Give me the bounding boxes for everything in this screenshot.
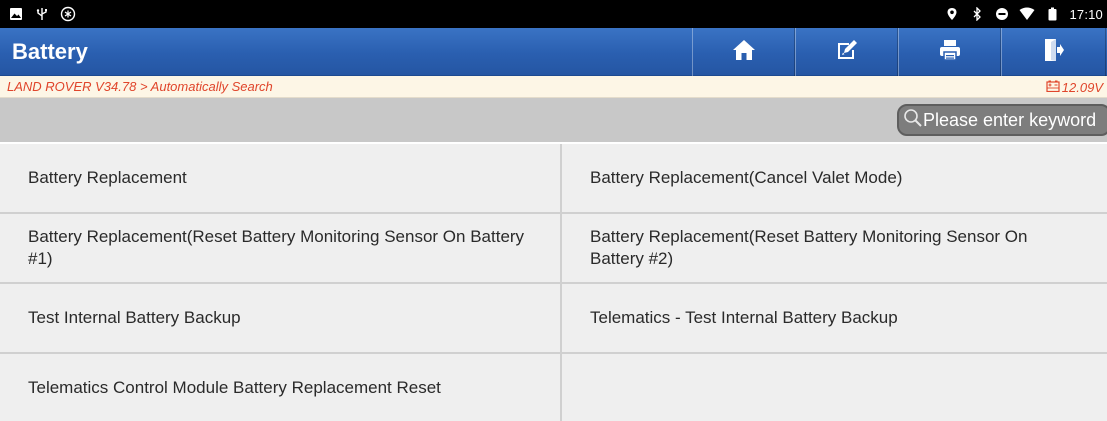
bluetooth-icon (969, 6, 985, 22)
settings-badge-icon (60, 6, 76, 22)
breadcrumb-bar: LAND ROVER V34.78 > Automatically Search… (0, 76, 1107, 98)
function-item[interactable]: Battery Replacement(Reset Battery Monito… (0, 214, 560, 282)
function-item[interactable]: Battery Replacement(Reset Battery Monito… (562, 214, 1107, 282)
edit-icon (835, 38, 859, 67)
printer-icon (938, 38, 962, 67)
function-item[interactable]: Battery Replacement(Cancel Valet Mode) (562, 144, 1107, 212)
do-not-disturb-icon (994, 6, 1010, 22)
battery-voltage: 12.09V (1046, 76, 1103, 98)
home-icon (732, 39, 756, 66)
gallery-icon (8, 6, 24, 22)
toolbar (692, 28, 1106, 76)
function-item[interactable]: Telematics Control Module Battery Replac… (0, 354, 560, 421)
function-item[interactable]: Battery Replacement (0, 144, 560, 212)
search-bar (0, 98, 1107, 142)
edit-button[interactable] (795, 28, 898, 76)
car-battery-icon (1046, 80, 1060, 95)
home-button[interactable] (692, 28, 795, 76)
search-icon (903, 108, 923, 133)
search-box[interactable] (897, 104, 1107, 136)
empty-cell (562, 354, 1107, 421)
search-input[interactable] (923, 106, 1107, 134)
clock: 17:10 (1069, 6, 1103, 22)
breadcrumb: LAND ROVER V34.78 > Automatically Search (7, 79, 273, 94)
status-bar: 17:10 (0, 0, 1107, 28)
function-item[interactable]: Test Internal Battery Backup (0, 284, 560, 352)
battery-icon (1044, 6, 1060, 22)
print-button[interactable] (898, 28, 1001, 76)
title-bar: Battery (0, 28, 1107, 76)
voltage-value: 12.09V (1061, 79, 1103, 95)
exit-icon (1043, 38, 1065, 67)
exit-button[interactable] (1001, 28, 1106, 76)
function-item[interactable]: Telematics - Test Internal Battery Backu… (562, 284, 1107, 352)
usb-icon (34, 6, 50, 22)
function-list: Battery Replacement Battery Replacement(… (0, 144, 1107, 421)
wifi-icon (1019, 6, 1035, 22)
location-icon (944, 6, 960, 22)
page-title: Battery (12, 39, 88, 64)
